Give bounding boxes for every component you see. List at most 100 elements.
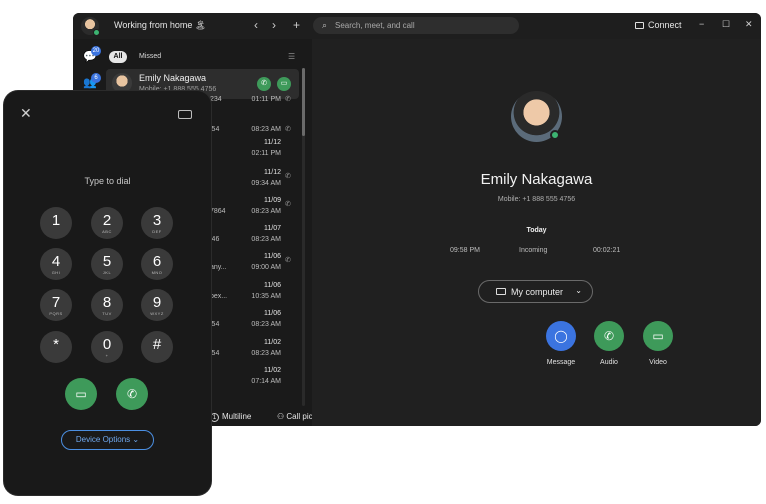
- search-input[interactable]: ⌕ Search, meet, and call: [313, 17, 519, 34]
- status-message[interactable]: Working from home 🏝: [114, 20, 206, 31]
- key-letters: DEF: [152, 229, 162, 234]
- call-pickup-icon: ⚇: [277, 412, 287, 421]
- maximize-button[interactable]: ☐: [722, 19, 730, 30]
- close-button[interactable]: ✕: [745, 19, 753, 30]
- teams-badge: 6: [91, 73, 101, 83]
- close-icon[interactable]: ✕: [20, 105, 32, 122]
- history-time: 08:23 AM: [251, 208, 281, 215]
- key-digit: 9: [152, 294, 162, 311]
- key-letters: MNO: [151, 270, 163, 275]
- audio-call-button[interactable]: ✆: [116, 378, 148, 410]
- history-contact: i46: [210, 236, 220, 243]
- history-date: 11/12: [264, 139, 281, 146]
- audio-button[interactable]: ✆: [594, 321, 624, 351]
- computer-icon: [496, 288, 506, 295]
- key-7[interactable]: 7 PQRS: [40, 289, 72, 321]
- presence-dot: [550, 130, 560, 140]
- history-time: 07:14 AM: [251, 378, 281, 385]
- chevron-down-icon: ⌄: [575, 286, 582, 295]
- phone-icon: ✆: [126, 387, 138, 401]
- video-label: Video: [649, 359, 667, 366]
- search-icon: ⌕: [322, 20, 328, 30]
- history-contact: 7864: [210, 208, 226, 215]
- history-date: 11/06: [264, 282, 281, 289]
- key-digit: 5: [102, 253, 112, 270]
- outgoing-call-icon: ✆: [285, 201, 291, 208]
- audio-call-icon[interactable]: ✆: [257, 77, 271, 91]
- filter-icon[interactable]: ☰: [288, 52, 295, 61]
- video-button[interactable]: ▭: [643, 321, 673, 351]
- video-call-button[interactable]: ▭: [65, 378, 97, 410]
- history-date: 11/06: [264, 253, 281, 260]
- key-letters: WXYZ: [150, 311, 164, 316]
- key-digit: #: [152, 336, 162, 353]
- multiline-icon: 1: [210, 413, 219, 422]
- camera-icon: ▭: [75, 387, 87, 401]
- detail-call-duration: 00:02:21: [593, 247, 621, 254]
- key-letters: TUV: [102, 311, 112, 316]
- detail-name: Emily Nakagawa: [480, 171, 593, 188]
- forward-button[interactable]: ›: [272, 18, 276, 32]
- history-contact: i54: [210, 350, 220, 357]
- key-digit: 1: [51, 212, 61, 229]
- key-2[interactable]: 2 ABC: [91, 207, 123, 239]
- key-letters: GHI: [51, 270, 61, 275]
- key-0[interactable]: 0 +: [91, 331, 123, 363]
- user-avatar[interactable]: [81, 17, 100, 36]
- key-digit: 0: [102, 336, 112, 353]
- filter-all[interactable]: All: [109, 51, 127, 63]
- detail-call-direction: Incoming: [519, 247, 548, 254]
- multiline-label: Multiline: [222, 412, 252, 421]
- history-contact: i54: [210, 321, 220, 328]
- history-date: 11/02: [264, 339, 281, 346]
- history-date: 11/09: [264, 197, 281, 204]
- key-star[interactable]: *: [40, 331, 72, 363]
- key-digit: 4: [51, 253, 61, 270]
- history-time: 01:11 PM: [251, 96, 281, 103]
- camera-icon: ▭: [652, 329, 664, 343]
- detail-mobile: Mobile: +1 888 555 4756: [497, 196, 576, 203]
- connect-button[interactable]: Connect: [635, 20, 682, 30]
- history-contact: bex...: [210, 293, 228, 300]
- back-button[interactable]: ‹: [254, 18, 258, 32]
- scrollbar-thumb[interactable]: [302, 68, 305, 136]
- key-letters: +: [105, 353, 109, 358]
- contact-detail-pane: Emily Nakagawa Mobile: +1 888 555 4756 T…: [312, 39, 761, 426]
- minimize-button[interactable]: −: [699, 19, 704, 29]
- keyboard-icon[interactable]: [178, 110, 192, 119]
- key-1[interactable]: 1: [40, 207, 72, 239]
- key-4[interactable]: 4 GHI: [40, 248, 72, 280]
- key-digit: *: [53, 336, 59, 353]
- key-letters: PQRS: [49, 311, 63, 316]
- key-8[interactable]: 8 TUV: [91, 289, 123, 321]
- contact-name: Emily Nakagawa: [139, 73, 207, 83]
- key-3[interactable]: 3 DEF: [141, 207, 173, 239]
- key-letters: ABC: [102, 229, 112, 234]
- presence-dot: [93, 29, 100, 36]
- history-time: 09:00 AM: [251, 264, 281, 271]
- key-9[interactable]: 9 WXYZ: [141, 289, 173, 321]
- video-call-icon[interactable]: ▭: [277, 77, 291, 91]
- history-contact: any...: [210, 264, 227, 271]
- history-time: 10:35 AM: [251, 293, 281, 300]
- message-button[interactable]: ◯: [546, 321, 576, 351]
- contact-avatar: [112, 73, 132, 93]
- dial-pad-panel: ✕ Type to dial 1 2 ABC 3 DEF 4 GHI 5 JKL 6 MNO 7 PQR…: [4, 91, 211, 495]
- detail-call-time: 09:58 PM: [450, 247, 480, 254]
- key-hash[interactable]: #: [141, 331, 173, 363]
- device-select[interactable]: My computer ⌄: [478, 280, 593, 303]
- history-time: 08:23 AM: [251, 126, 281, 133]
- filter-missed[interactable]: Missed: [139, 53, 161, 60]
- dial-input[interactable]: Type to dial: [4, 176, 211, 186]
- device-options-button[interactable]: Device Options ⌄: [61, 430, 154, 450]
- search-placeholder: Search, meet, and call: [335, 21, 415, 30]
- key-6[interactable]: 6 MNO: [141, 248, 173, 280]
- key-5[interactable]: 5 JKL: [91, 248, 123, 280]
- messaging-badge: 20: [91, 46, 101, 56]
- history-date: 11/07: [264, 225, 281, 232]
- outgoing-call-icon: ✆: [285, 96, 291, 103]
- multiline-button[interactable]: 1 Multiline: [210, 412, 251, 422]
- title-bar: Working from home 🏝 ‹ › + ⌕ Search, meet…: [73, 13, 761, 39]
- new-button[interactable]: +: [293, 18, 300, 32]
- history-time: 02:11 PM: [251, 150, 281, 157]
